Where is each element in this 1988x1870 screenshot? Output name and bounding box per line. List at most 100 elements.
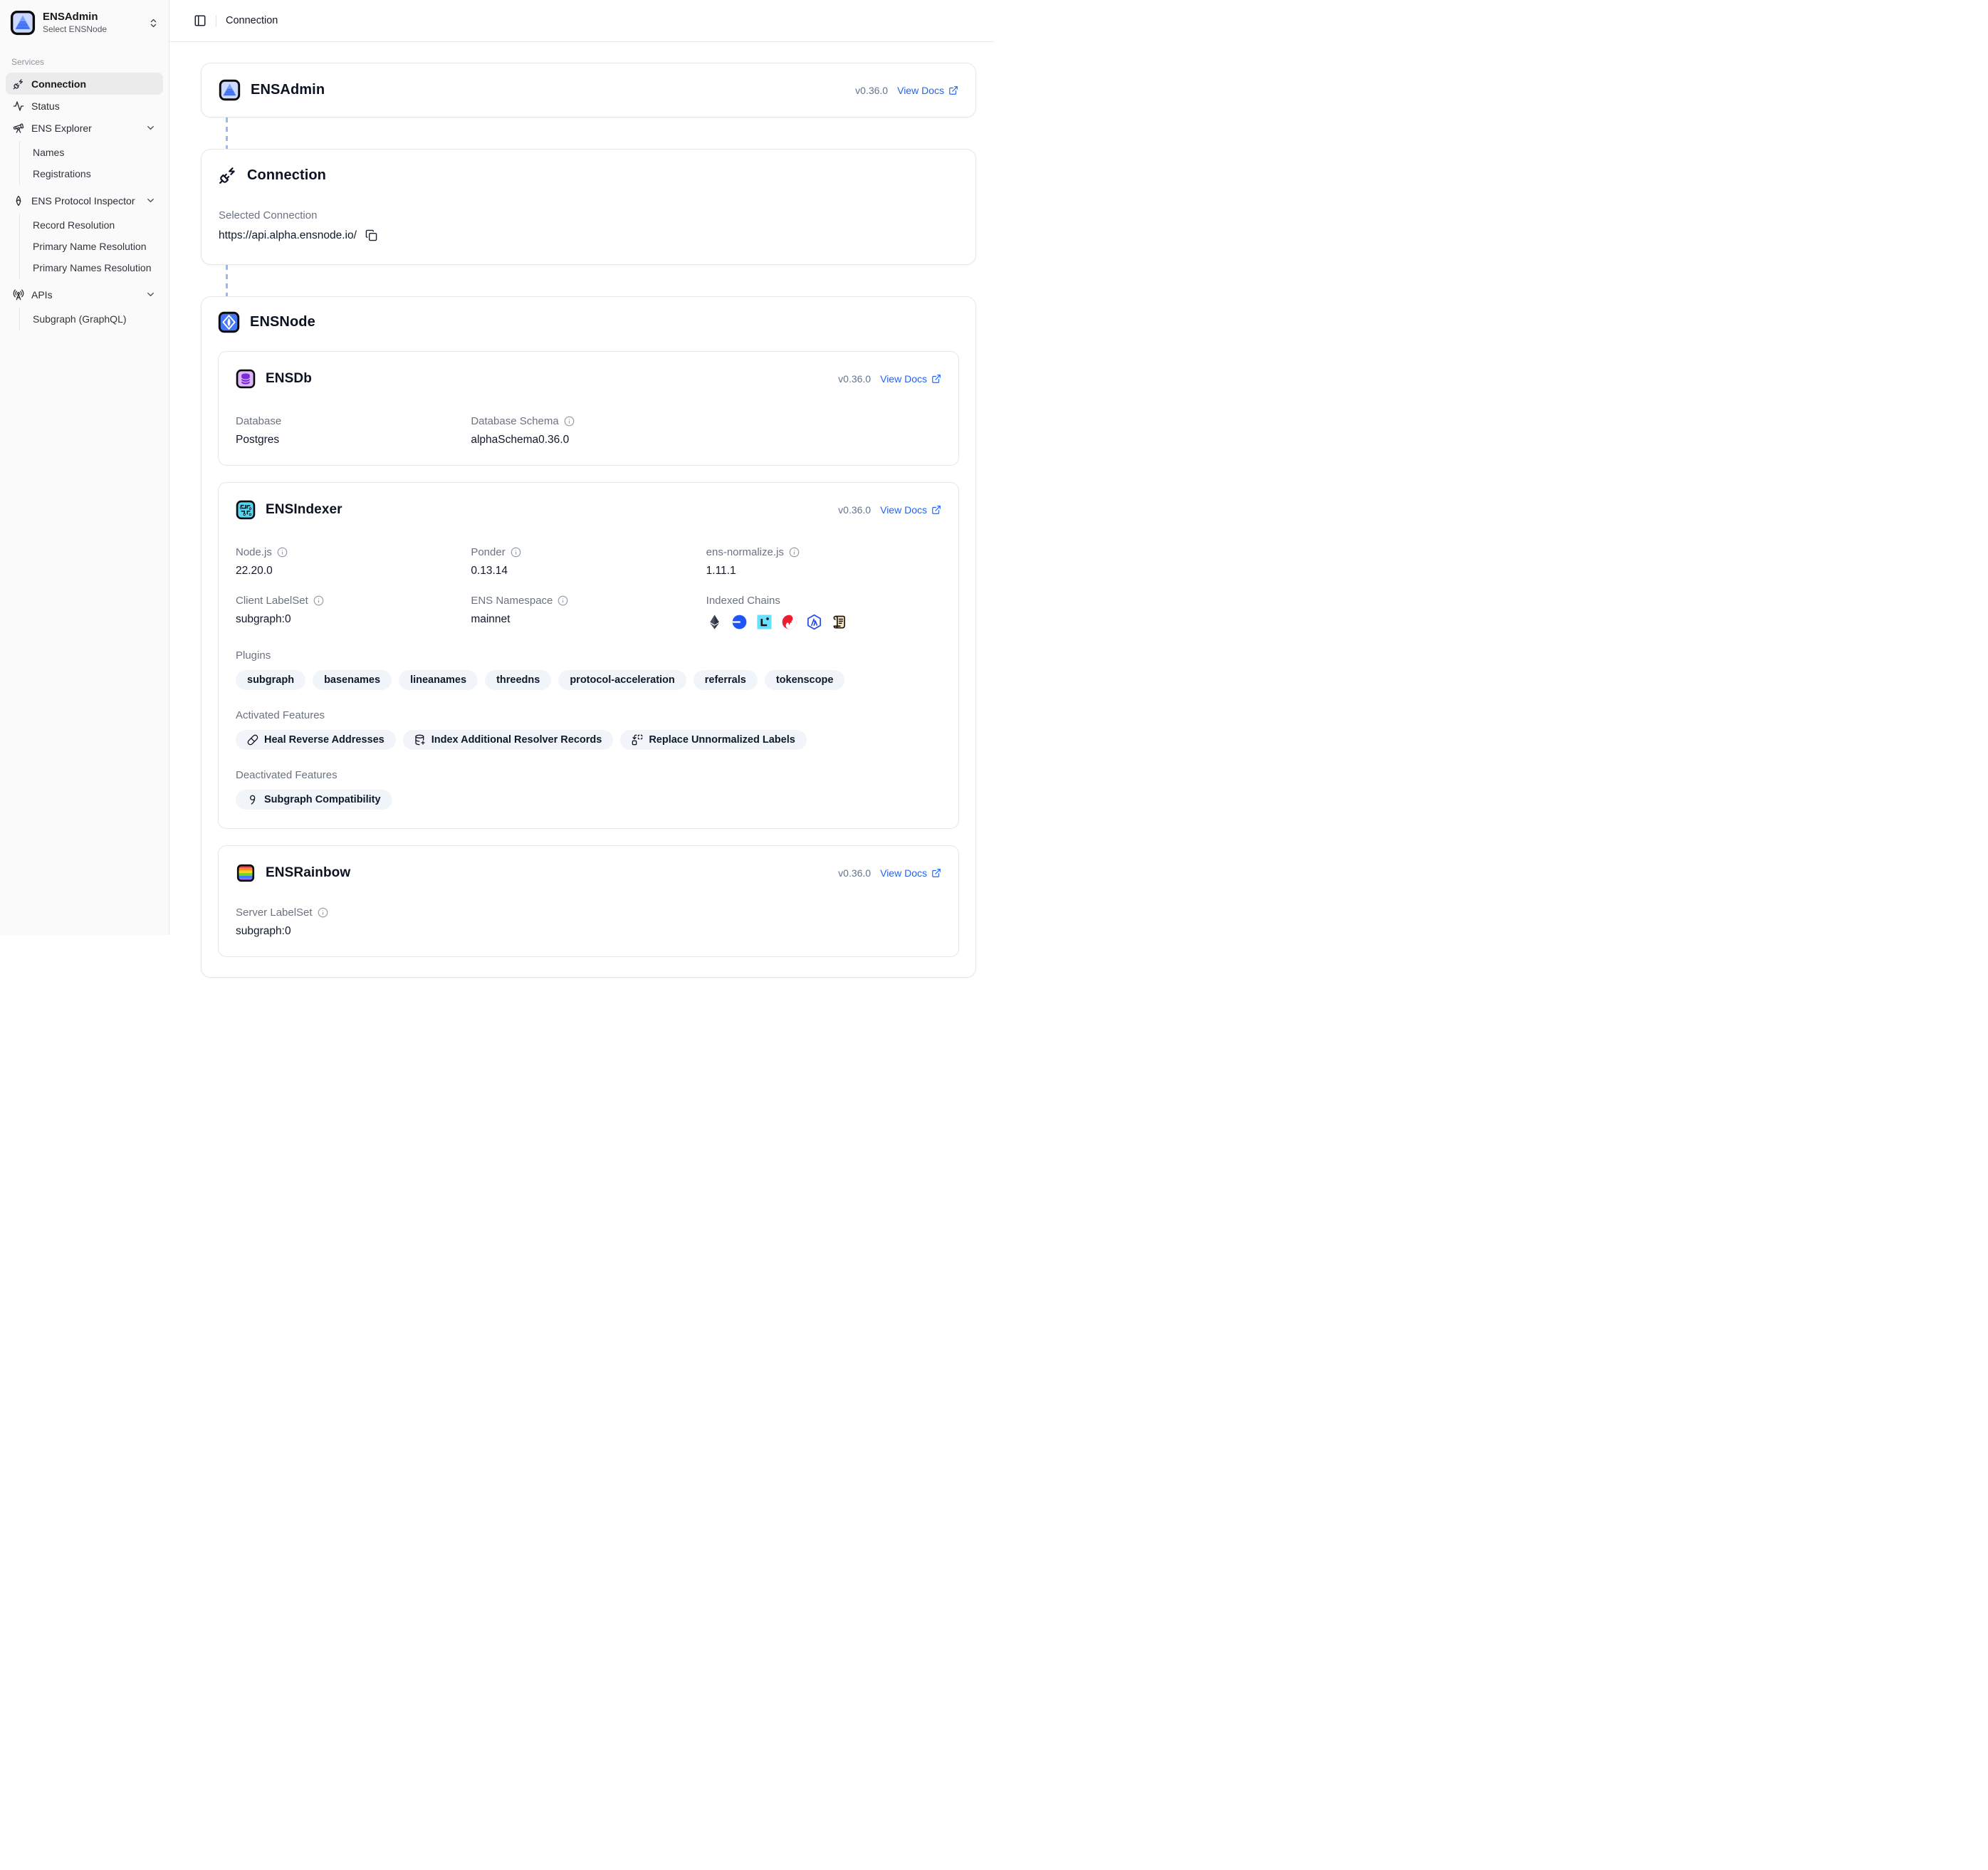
ensadmin-card: ENSAdmin v0.36.0 View Docs <box>201 63 976 117</box>
view-docs-link[interactable]: View Docs <box>880 867 941 879</box>
base-chain-icon <box>731 614 748 630</box>
info-icon[interactable] <box>558 595 568 606</box>
content: ENSAdmin v0.36.0 View Docs Connection <box>169 42 994 978</box>
version-badge: v0.36.0 <box>838 373 871 385</box>
field-label: Database <box>236 415 471 427</box>
sidebar-item-connection[interactable]: Connection <box>6 73 163 95</box>
card-title: ENSIndexer <box>266 502 342 518</box>
view-docs-link[interactable]: View Docs <box>880 504 941 516</box>
sidebar-item-primary-names-resolution[interactable]: Primary Names Resolution <box>20 258 163 278</box>
sidebar-section-label: Services <box>6 57 163 67</box>
field-label: ENS Namespace <box>471 595 553 607</box>
view-docs-label: View Docs <box>880 867 927 879</box>
ensdb-logo-icon <box>236 369 256 389</box>
plugin-badge: tokenscope <box>765 670 845 690</box>
sidebar-item-names[interactable]: Names <box>20 142 163 162</box>
plugin-badge: lineanames <box>399 670 478 690</box>
ensdb-card: ENSDb v0.36.0 View Docs Database P <box>218 351 959 466</box>
chevrons-up-down-icon[interactable] <box>148 18 159 28</box>
sidebar-item-record-resolution[interactable]: Record Resolution <box>20 215 163 235</box>
field-label: ens-normalize.js <box>706 546 784 558</box>
database-plus-icon <box>414 734 426 746</box>
indexed-chains-row <box>706 614 941 630</box>
view-docs-label: View Docs <box>880 504 927 516</box>
radio-tower-icon <box>13 289 24 301</box>
dashed-connector <box>226 265 228 296</box>
field-label: Node.js <box>236 546 272 558</box>
external-link-icon <box>931 374 941 384</box>
field-label: Server LabelSet <box>236 907 313 919</box>
sidebar-item-ens-explorer[interactable]: ENS Explorer <box>6 117 163 139</box>
view-docs-link[interactable]: View Docs <box>897 85 958 96</box>
deactivated-features-row: Subgraph Compatibility <box>236 790 941 810</box>
activated-features-row: Heal Reverse Addresses Index Additional … <box>236 730 941 750</box>
sidebar-item-label: Connection <box>31 78 86 90</box>
field-database-schema: Database Schema alphaSchema0.36.0 <box>471 415 706 446</box>
ensnode-logo-icon <box>218 311 240 333</box>
sidebar: ENSAdmin Select ENSNode Services Connect… <box>0 0 169 935</box>
field-ponder: Ponder 0.13.14 <box>471 546 706 578</box>
info-icon[interactable] <box>277 547 288 558</box>
ensindexer-logo-icon <box>236 500 256 520</box>
plugin-badge: protocol-acceleration <box>558 670 686 690</box>
field-indexed-chains: Indexed Chains <box>706 595 941 630</box>
info-icon[interactable] <box>511 547 521 558</box>
field-value: alphaSchema0.36.0 <box>471 434 706 446</box>
activated-features-label: Activated Features <box>236 709 941 721</box>
copy-url-button[interactable] <box>364 228 379 243</box>
selected-connection-url: https://api.alpha.ensnode.io/ <box>219 229 357 242</box>
sidebar-toggle-button[interactable] <box>194 14 206 27</box>
field-ens-namespace: ENS Namespace mainnet <box>471 595 706 630</box>
field-client-labelset: Client LabelSet subgraph:0 <box>236 595 471 630</box>
deactivated-features-label: Deactivated Features <box>236 769 941 781</box>
indexed-chains-label: Indexed Chains <box>706 595 941 607</box>
activity-icon <box>13 100 24 112</box>
info-icon[interactable] <box>564 416 575 427</box>
app-title: ENSAdmin <box>43 11 107 23</box>
field-value: 1.11.1 <box>706 565 941 578</box>
feature-badge-heal-reverse-addresses: Heal Reverse Addresses <box>236 730 396 750</box>
linea-chain-icon <box>756 614 773 630</box>
ensnode-selector[interactable]: ENSAdmin Select ENSNode <box>6 7 163 38</box>
copy-icon <box>365 229 377 241</box>
info-icon[interactable] <box>318 907 328 918</box>
subgraph-icon <box>247 794 258 805</box>
sidebar-item-primary-name-resolution[interactable]: Primary Name Resolution <box>20 236 163 256</box>
plugins-label: Plugins <box>236 649 941 662</box>
field-label: Client LabelSet <box>236 595 308 607</box>
field-value: 0.13.14 <box>471 565 706 578</box>
selected-connection-label: Selected Connection <box>219 209 958 221</box>
field-label: Ponder <box>471 546 505 558</box>
telescope-icon <box>13 122 24 134</box>
plug-zap-icon <box>13 78 24 90</box>
sidebar-item-status[interactable]: Status <box>6 95 163 117</box>
sidebar-item-registrations[interactable]: Registrations <box>20 164 163 184</box>
sidebar-item-ens-protocol-inspector[interactable]: ENS Protocol Inspector <box>6 189 163 211</box>
chevron-down-icon[interactable] <box>145 289 156 300</box>
feature-badge-subgraph-compatibility: Subgraph Compatibility <box>236 790 392 810</box>
sidebar-item-label: Status <box>31 100 60 112</box>
dashed-connector <box>226 117 228 149</box>
view-docs-link[interactable]: View Docs <box>880 373 941 385</box>
sidebar-item-apis[interactable]: APIs <box>6 283 163 305</box>
sidebar-item-subgraph-graphql[interactable]: Subgraph (GraphQL) <box>20 309 163 329</box>
card-title: Connection <box>247 167 326 184</box>
field-value: Postgres <box>236 434 471 446</box>
pill-icon <box>247 734 258 746</box>
chevron-down-icon[interactable] <box>145 122 156 133</box>
connection-card: Connection Selected Connection https://a… <box>201 149 976 265</box>
field-label: Database Schema <box>471 415 558 427</box>
ethereum-chain-icon <box>706 614 723 630</box>
field-value: subgraph:0 <box>236 613 471 626</box>
plugin-badge: subgraph <box>236 670 305 690</box>
ensrainbow-card: ENSRainbow v0.36.0 View Docs Server Labe… <box>218 845 959 957</box>
card-title: ENSNode <box>250 314 315 330</box>
ensnode-card: ENSNode ENSDb <box>201 296 976 978</box>
info-icon[interactable] <box>789 547 800 558</box>
info-icon[interactable] <box>313 595 324 606</box>
sidebar-item-label: ENS Explorer <box>31 122 92 134</box>
topbar: Connection <box>169 0 994 42</box>
sidebar-item-label: APIs <box>31 289 53 301</box>
apis-sublist: Subgraph (GraphQL) <box>19 308 163 330</box>
chevron-down-icon[interactable] <box>145 195 156 206</box>
